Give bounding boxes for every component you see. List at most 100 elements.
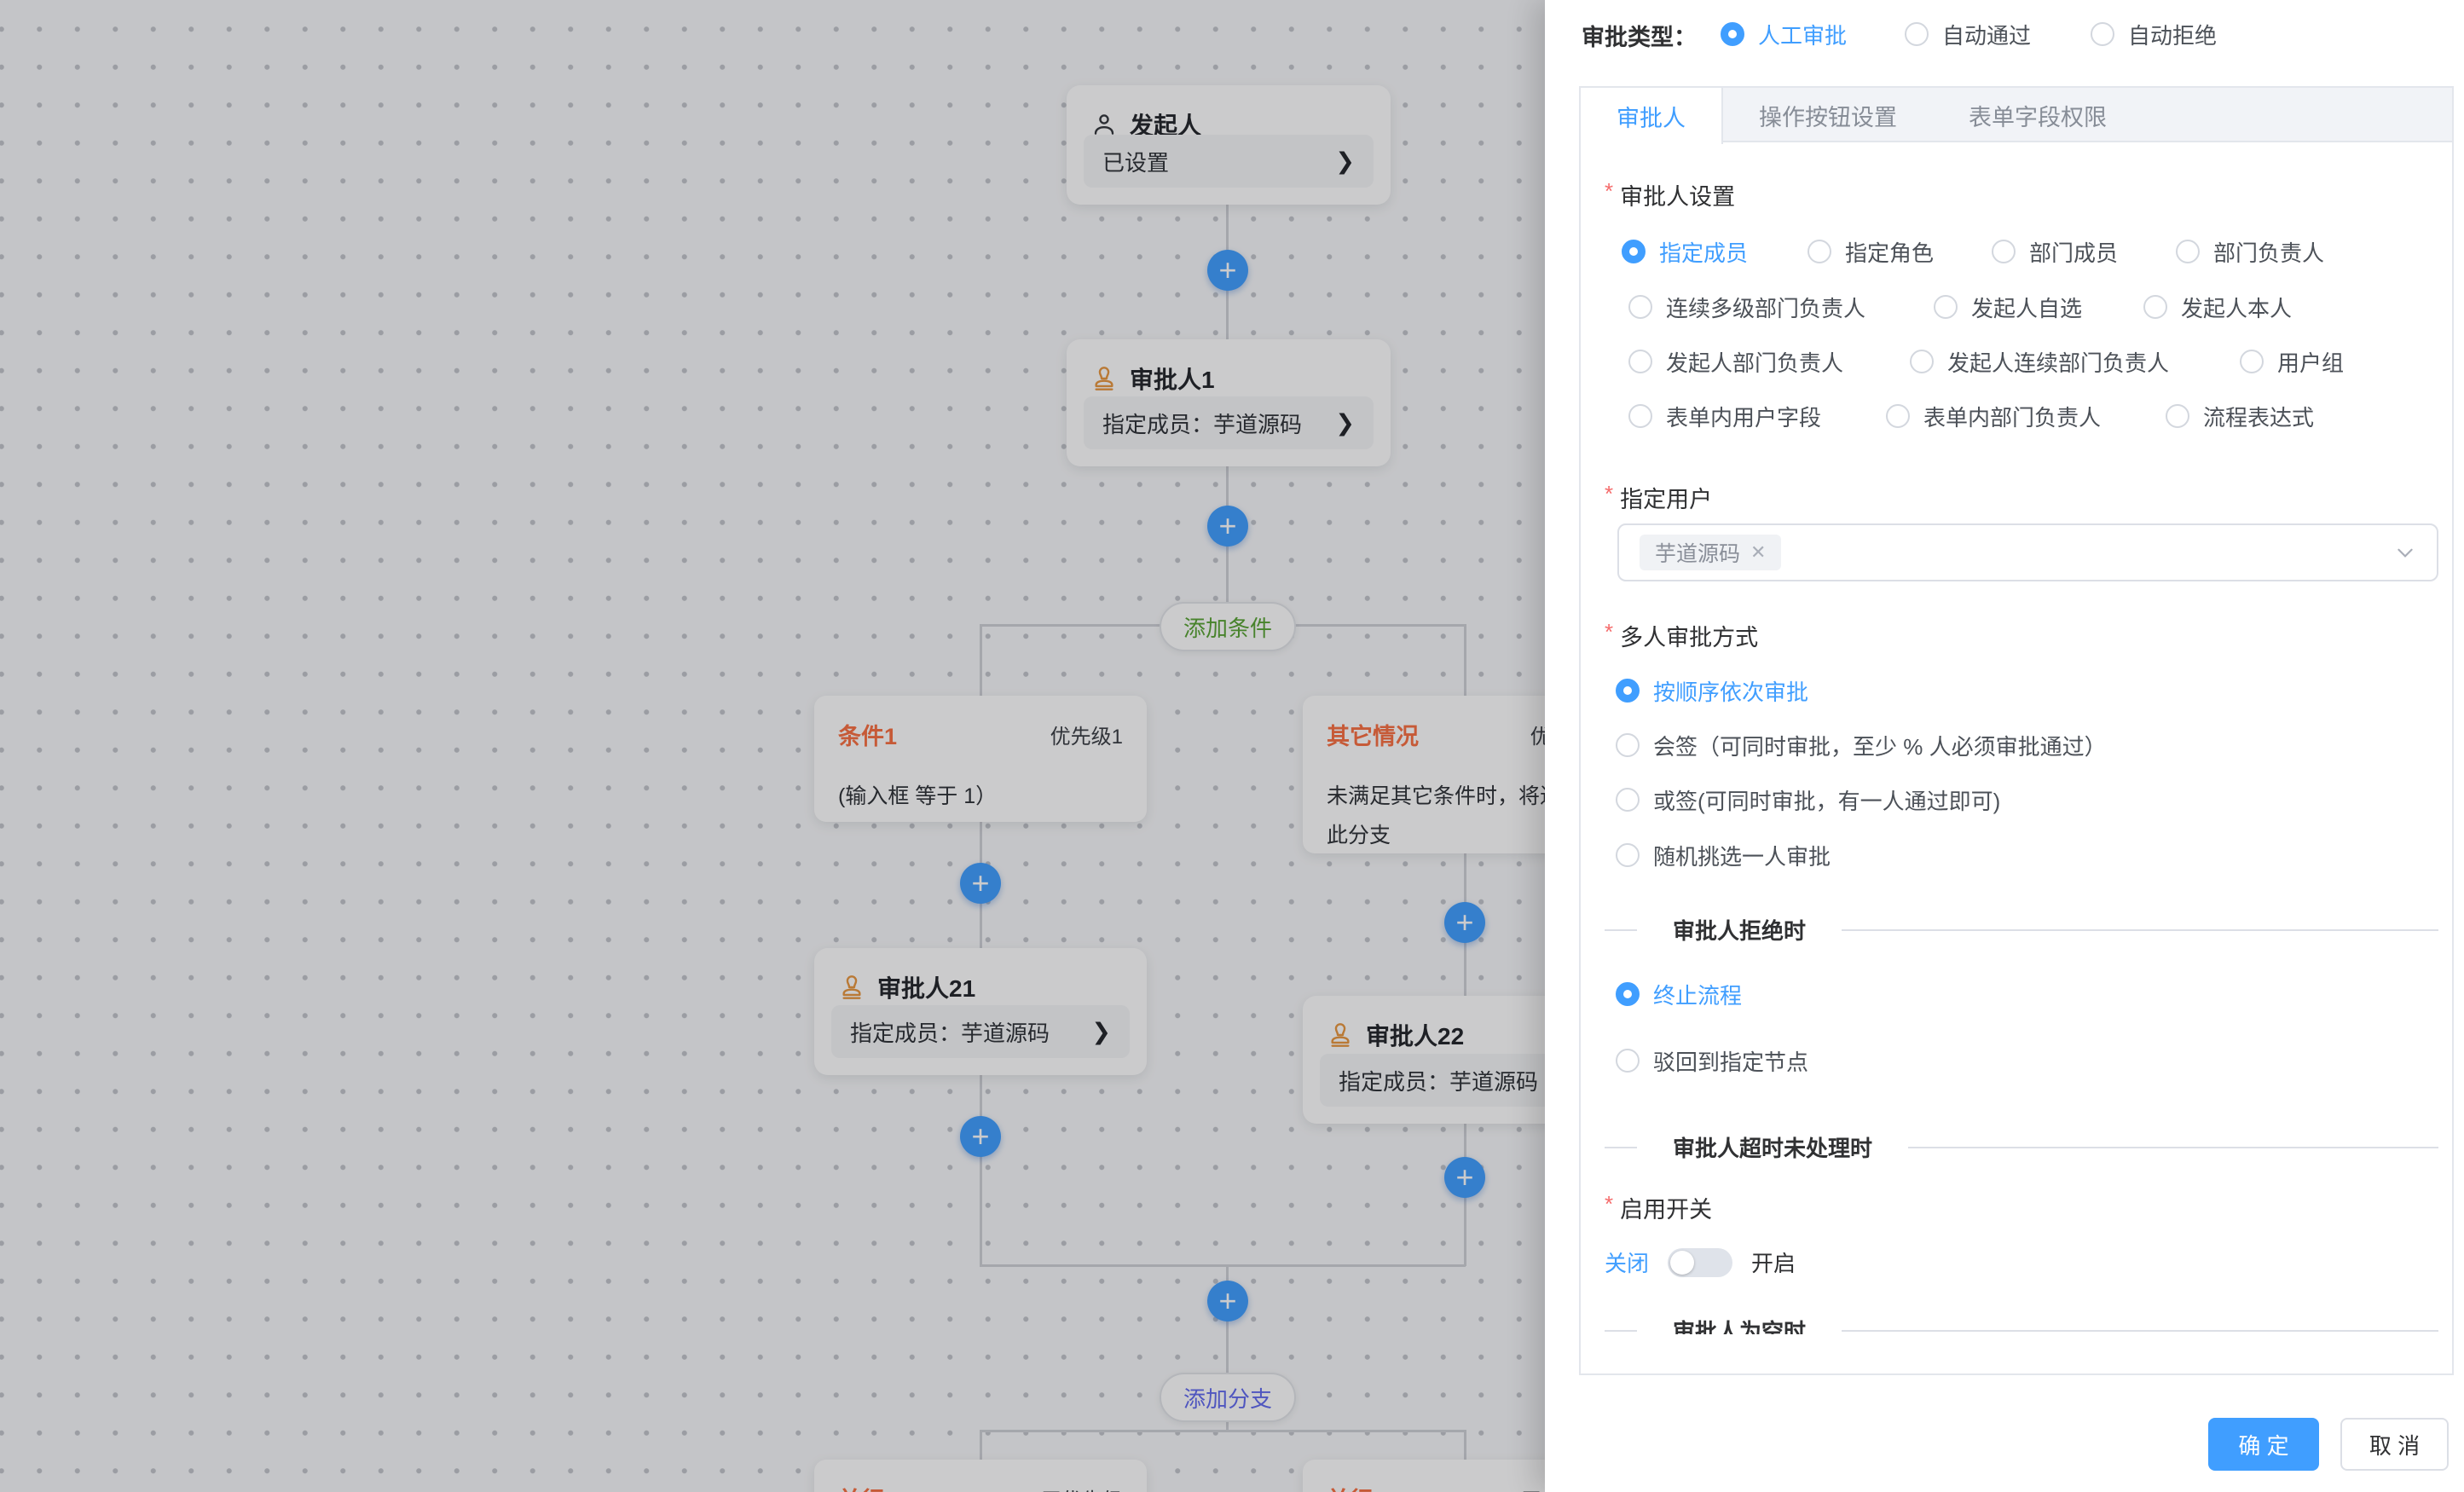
multi-mode-option[interactable]: 会签（可同时审批，至少 % 人必须审批通过） xyxy=(1616,729,2107,761)
radio-label: 会签（可同时审批，至少 % 人必须审批通过） xyxy=(1653,730,2107,761)
radio-label: 部门负责人 xyxy=(2213,236,2324,268)
radio-icon xyxy=(2176,240,2200,263)
radio-label: 自动拒绝 xyxy=(2128,19,2217,50)
timeout-switch-row: 关闭 开启 xyxy=(1605,1246,1796,1278)
multi-mode-label: 多人审批方式 xyxy=(1605,619,1758,652)
radio-label: 随机挑选一人审批 xyxy=(1653,840,1831,871)
empty-section-divider: 审批人为空时 xyxy=(1605,1315,2438,1334)
radio-label: 指定成员 xyxy=(1659,236,1748,268)
timeout-toggle[interactable] xyxy=(1668,1248,1732,1277)
radio-label: 用户组 xyxy=(2277,346,2344,378)
radio-label: 表单内用户字段 xyxy=(1666,401,1821,432)
remove-tag-icon[interactable]: ✕ xyxy=(1750,541,1766,564)
switch-on-label: 开启 xyxy=(1751,1246,1796,1278)
radio-icon xyxy=(2240,350,2264,373)
radio-icon xyxy=(1616,843,1640,867)
assign-user-label: 指定用户 xyxy=(1605,481,1712,514)
tab-label: 操作按钮设置 xyxy=(1759,99,1897,132)
radio-icon xyxy=(1934,295,1958,319)
approver-setting-label: 审批人设置 xyxy=(1605,178,1735,211)
approver-type-option[interactable]: 部门成员 xyxy=(1992,235,2118,268)
approval-type-option[interactable]: 人工审批 xyxy=(1721,18,1847,50)
radio-label: 按顺序依次审批 xyxy=(1653,675,1808,707)
approver-type-option[interactable]: 表单内用户字段 xyxy=(1628,400,1821,432)
radio-icon xyxy=(2091,22,2114,46)
radio-label: 发起人自选 xyxy=(1971,292,2082,323)
radio-label: 部门成员 xyxy=(2029,236,2118,268)
approval-type-option[interactable]: 自动通过 xyxy=(1905,18,2031,50)
radio-selected-icon xyxy=(1616,982,1640,1006)
radio-label: 发起人部门负责人 xyxy=(1666,346,1843,378)
reject-action-option[interactable]: 驳回到指定节点 xyxy=(1616,1044,1808,1077)
approver-type-option[interactable]: 指定角色 xyxy=(1808,235,1934,268)
approver-type-option[interactable]: 表单内部门负责人 xyxy=(1886,400,2101,432)
multi-mode-option[interactable]: 或签(可同时审批，有一人通过即可) xyxy=(1616,784,2000,816)
timeout-section-title: 审批人超时未处理时 xyxy=(1673,1131,1872,1163)
radio-icon xyxy=(1628,350,1652,373)
radio-icon xyxy=(2143,295,2167,319)
approver-type-option[interactable]: 发起人自选 xyxy=(1934,291,2082,323)
tab-label: 审批人 xyxy=(1617,100,1686,133)
radio-label: 自动通过 xyxy=(1942,19,2031,50)
tab-bar: 审批人 操作按钮设置 表单字段权限 xyxy=(1581,88,2452,142)
radio-label: 终止流程 xyxy=(1653,979,1742,1010)
selected-user-tag: 芋道源码 ✕ xyxy=(1640,535,1781,570)
radio-label: 或签(可同时审批，有一人通过即可) xyxy=(1653,784,2000,816)
empty-section-title: 审批人为空时 xyxy=(1673,1315,1806,1334)
tab-body-scroll-area[interactable]: 审批人设置 指定成员指定角色部门成员部门负责人连续多级部门负责人发起人自选发起人… xyxy=(1581,144,2452,1334)
radio-label: 发起人连续部门负责人 xyxy=(1947,346,2169,378)
modal-overlay[interactable] xyxy=(0,0,1545,1492)
reject-section-title: 审批人拒绝时 xyxy=(1673,914,1806,946)
radio-icon xyxy=(1992,240,2016,263)
multi-mode-option[interactable]: 按顺序依次审批 xyxy=(1616,674,1808,707)
approver-type-option[interactable]: 流程表达式 xyxy=(2166,400,2314,432)
radio-selected-icon xyxy=(1721,22,1744,46)
chevron-down-icon xyxy=(2394,541,2416,564)
radio-label: 流程表达式 xyxy=(2203,401,2314,432)
approver-type-option[interactable]: 指定成员 xyxy=(1622,235,1748,268)
radio-label: 表单内部门负责人 xyxy=(1923,401,2101,432)
radio-icon xyxy=(1616,1049,1640,1073)
approver-type-option[interactable]: 发起人部门负责人 xyxy=(1628,345,1843,378)
radio-icon xyxy=(1628,295,1652,319)
radio-icon xyxy=(1905,22,1929,46)
radio-selected-icon xyxy=(1622,240,1646,263)
approver-type-option[interactable]: 连续多级部门负责人 xyxy=(1628,291,1865,323)
tab-action-buttons[interactable]: 操作按钮设置 xyxy=(1723,88,1933,142)
radio-icon xyxy=(2166,404,2189,428)
approver-type-option[interactable]: 发起人连续部门负责人 xyxy=(1910,345,2169,378)
approver-type-option[interactable]: 用户组 xyxy=(2240,345,2344,378)
radio-icon xyxy=(1808,240,1831,263)
radio-icon xyxy=(1886,404,1910,428)
radio-icon xyxy=(1616,788,1640,812)
tab-approver[interactable]: 审批人 xyxy=(1581,88,1723,144)
enable-switch-label: 启用开关 xyxy=(1605,1191,1712,1224)
radio-label: 发起人本人 xyxy=(2181,292,2292,323)
settings-tabs-container: 审批人 操作按钮设置 表单字段权限 审批人设置 指定成员 指定角色 部门成员 部门负责… xyxy=(1579,86,2454,1375)
radio-icon xyxy=(1616,733,1640,757)
radio-selected-icon xyxy=(1616,679,1640,703)
switch-off-label: 关闭 xyxy=(1605,1246,1649,1278)
radio-label: 连续多级部门负责人 xyxy=(1666,292,1865,323)
confirm-button[interactable]: 确 定 xyxy=(2208,1418,2319,1471)
toggle-knob xyxy=(1670,1251,1694,1275)
approval-type-label: 审批类型： xyxy=(1582,19,1697,52)
approver-type-option[interactable]: 发起人本人 xyxy=(2143,291,2292,323)
multi-mode-option[interactable]: 随机挑选一人审批 xyxy=(1616,839,1831,871)
radio-icon xyxy=(1910,350,1934,373)
tab-form-field-permissions[interactable]: 表单字段权限 xyxy=(1933,88,2143,142)
cancel-button[interactable]: 取 消 xyxy=(2340,1418,2449,1471)
radio-label: 驳回到指定节点 xyxy=(1653,1045,1808,1077)
radio-label: 指定角色 xyxy=(1845,236,1934,268)
approver-form: 审批人设置 指定成员指定角色部门成员部门负责人连续多级部门负责人发起人自选发起人… xyxy=(1581,144,2452,1334)
approver-settings-drawer: 审批类型： 人工审批 自动通过 自动拒绝 审批人 操作按钮设置 表单字段权限 审批人… xyxy=(1545,0,2464,1492)
selected-user-name: 芋道源码 xyxy=(1655,537,1740,568)
assign-user-select[interactable]: 芋道源码 ✕ xyxy=(1617,523,2438,581)
radio-label: 人工审批 xyxy=(1758,19,1847,50)
approval-type-option[interactable]: 自动拒绝 xyxy=(2091,18,2217,50)
radio-icon xyxy=(1628,404,1652,428)
reject-action-option[interactable]: 终止流程 xyxy=(1616,978,1742,1010)
reject-section-divider: 审批人拒绝时 xyxy=(1605,914,2438,946)
workflow-designer: 发起人 已设置 ❯ + 审批人1 指定成员：芋道源码 ❯ + xyxy=(0,0,2464,1492)
approver-type-option[interactable]: 部门负责人 xyxy=(2176,235,2324,268)
